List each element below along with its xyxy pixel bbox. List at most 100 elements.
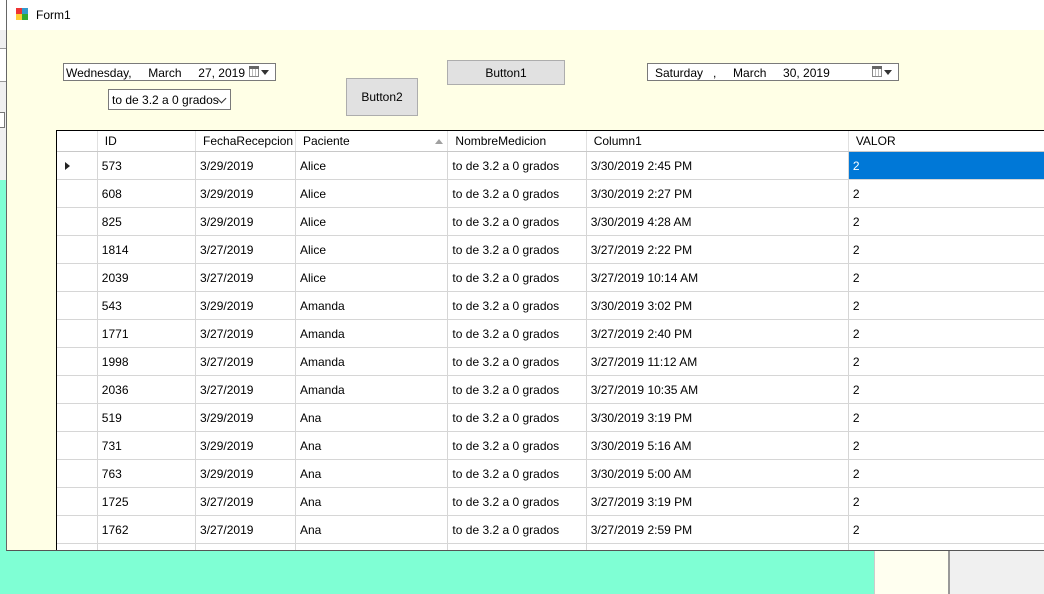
cell-id[interactable]: 543 <box>97 291 197 320</box>
cell-valor[interactable]: 2 <box>848 235 1044 264</box>
cell-column1[interactable]: 3/30/2019 3:19 PM <box>586 403 849 432</box>
date-picker-start-dropdown[interactable] <box>249 66 271 78</box>
row-header[interactable] <box>57 543 98 550</box>
cell-valor[interactable]: 2 <box>848 459 1044 488</box>
cell-valor[interactable]: 2 <box>848 179 1044 208</box>
data-grid[interactable]: ID FechaRecepcion Paciente NombreMedicio… <box>56 130 1044 550</box>
medicion-combobox[interactable]: to de 3.2 a 0 grados <box>108 89 231 110</box>
cell-paciente[interactable]: Alice <box>295 151 449 180</box>
cell-id[interactable]: 1762 <box>97 515 197 544</box>
cell-valor[interactable]: 2 <box>848 291 1044 320</box>
cell-nombremedicion[interactable]: to de 3.2 a 0 grados <box>447 347 587 376</box>
table-row[interactable]: 2039 3/27/2019 Alice to de 3.2 a 0 grados 3/… <box>57 263 1044 292</box>
cell-column1[interactable]: 3/27/2019 2:40 PM <box>586 319 849 348</box>
cell-valor[interactable]: 2 <box>848 347 1044 376</box>
empty-cell[interactable] <box>848 543 1044 550</box>
empty-cell[interactable] <box>295 543 449 550</box>
cell-fecharecepcion[interactable]: 3/29/2019 <box>195 179 296 208</box>
cell-fecharecepcion[interactable]: 3/29/2019 <box>195 207 296 236</box>
row-header[interactable] <box>57 375 98 404</box>
cell-fecharecepcion[interactable]: 3/27/2019 <box>195 319 296 348</box>
row-header[interactable] <box>57 431 98 460</box>
table-row[interactable]: 608 3/29/2019 Alice to de 3.2 a 0 grados 3/3… <box>57 179 1044 208</box>
date-picker-end[interactable]: Saturday , March 30, 2019 <box>647 63 899 81</box>
cell-paciente[interactable]: Amanda <box>295 291 449 320</box>
cell-column1[interactable]: 3/27/2019 2:59 PM <box>586 515 849 544</box>
cell-valor[interactable]: 2 <box>848 207 1044 236</box>
cell-nombremedicion[interactable]: to de 3.2 a 0 grados <box>447 207 587 236</box>
cell-fecharecepcion[interactable]: 3/27/2019 <box>195 515 296 544</box>
row-header[interactable] <box>57 263 98 292</box>
cell-column1[interactable]: 3/30/2019 4:28 AM <box>586 207 849 236</box>
table-row[interactable]: 1814 3/27/2019 Alice to de 3.2 a 0 grados 3/… <box>57 235 1044 264</box>
table-row[interactable]: 763 3/29/2019 Ana to de 3.2 a 0 grados 3/30/… <box>57 459 1044 488</box>
cell-valor[interactable]: 2 <box>848 487 1044 516</box>
cell-fecharecepcion[interactable]: 3/29/2019 <box>195 403 296 432</box>
cell-nombremedicion[interactable]: to de 3.2 a 0 grados <box>447 319 587 348</box>
table-row[interactable]: 573 3/29/2019 Alice to de 3.2 a 0 grados 3/3… <box>57 151 1044 180</box>
table-row-partial[interactable] <box>57 543 1044 550</box>
cell-nombremedicion[interactable]: to de 3.2 a 0 grados <box>447 263 587 292</box>
cell-column1[interactable]: 3/27/2019 3:19 PM <box>586 487 849 516</box>
table-row[interactable]: 825 3/29/2019 Alice to de 3.2 a 0 grados 3/3… <box>57 207 1044 236</box>
table-row[interactable]: 1725 3/27/2019 Ana to de 3.2 a 0 grados 3/27… <box>57 487 1044 516</box>
cell-valor[interactable]: 2 <box>848 403 1044 432</box>
cell-paciente[interactable]: Ana <box>295 459 449 488</box>
row-header-corner[interactable] <box>57 131 98 152</box>
cell-paciente[interactable]: Alice <box>295 235 449 264</box>
cell-id[interactable]: 573 <box>97 151 197 180</box>
table-row[interactable]: 519 3/29/2019 Ana to de 3.2 a 0 grados 3/30/… <box>57 403 1044 432</box>
cell-valor[interactable]: 2 <box>848 263 1044 292</box>
cell-nombremedicion[interactable]: to de 3.2 a 0 grados <box>447 151 587 180</box>
cell-nombremedicion[interactable]: to de 3.2 a 0 grados <box>447 375 587 404</box>
cell-fecharecepcion[interactable]: 3/29/2019 <box>195 431 296 460</box>
cell-paciente[interactable]: Ana <box>295 403 449 432</box>
empty-cell[interactable] <box>586 543 849 550</box>
cell-paciente[interactable]: Ana <box>295 487 449 516</box>
cell-valor[interactable]: 2 <box>848 319 1044 348</box>
column-header-valor[interactable]: VALOR <box>848 131 1044 152</box>
cell-column1[interactable]: 3/30/2019 3:02 PM <box>586 291 849 320</box>
cell-id[interactable]: 608 <box>97 179 197 208</box>
row-header[interactable] <box>57 151 98 180</box>
row-header[interactable] <box>57 291 98 320</box>
cell-id[interactable]: 731 <box>97 431 197 460</box>
cell-id[interactable]: 1771 <box>97 319 197 348</box>
table-row[interactable]: 1762 3/27/2019 Ana to de 3.2 a 0 grados 3/27… <box>57 515 1044 544</box>
cell-paciente[interactable]: Amanda <box>295 375 449 404</box>
cell-column1[interactable]: 3/27/2019 2:22 PM <box>586 235 849 264</box>
cell-nombremedicion[interactable]: to de 3.2 a 0 grados <box>447 235 587 264</box>
row-header[interactable] <box>57 459 98 488</box>
cell-paciente[interactable]: Amanda <box>295 347 449 376</box>
cell-paciente[interactable]: Amanda <box>295 319 449 348</box>
cell-valor[interactable]: 2 <box>848 515 1044 544</box>
column-header-paciente[interactable]: Paciente <box>295 131 449 152</box>
row-header[interactable] <box>57 347 98 376</box>
cell-id[interactable]: 763 <box>97 459 197 488</box>
cell-valor[interactable]: 2 <box>848 151 1044 180</box>
cell-id[interactable]: 1998 <box>97 347 197 376</box>
row-header[interactable] <box>57 403 98 432</box>
row-header[interactable] <box>57 179 98 208</box>
cell-paciente[interactable]: Alice <box>295 179 449 208</box>
cell-nombremedicion[interactable]: to de 3.2 a 0 grados <box>447 431 587 460</box>
cell-id[interactable]: 519 <box>97 403 197 432</box>
table-row[interactable]: 543 3/29/2019 Amanda to de 3.2 a 0 grados 3/… <box>57 291 1044 320</box>
table-row[interactable]: 1998 3/27/2019 Amanda to de 3.2 a 0 grados 3… <box>57 347 1044 376</box>
cell-nombremedicion[interactable]: to de 3.2 a 0 grados <box>447 459 587 488</box>
date-picker-start[interactable]: Wednesday, March 27, 2019 <box>63 63 276 81</box>
cell-fecharecepcion[interactable]: 3/27/2019 <box>195 235 296 264</box>
cell-paciente[interactable]: Alice <box>295 207 449 236</box>
cell-id[interactable]: 2039 <box>97 263 197 292</box>
row-header[interactable] <box>57 319 98 348</box>
cell-fecharecepcion[interactable]: 3/29/2019 <box>195 151 296 180</box>
column-header-nombremedicion[interactable]: NombreMedicion <box>447 131 587 152</box>
cell-column1[interactable]: 3/30/2019 5:00 AM <box>586 459 849 488</box>
table-row[interactable]: 731 3/29/2019 Ana to de 3.2 a 0 grados 3/30/… <box>57 431 1044 460</box>
button2[interactable]: Button2 <box>346 78 418 116</box>
cell-fecharecepcion[interactable]: 3/27/2019 <box>195 375 296 404</box>
cell-fecharecepcion[interactable]: 3/27/2019 <box>195 487 296 516</box>
cell-nombremedicion[interactable]: to de 3.2 a 0 grados <box>447 179 587 208</box>
cell-id[interactable]: 1725 <box>97 487 197 516</box>
cell-id[interactable]: 1814 <box>97 235 197 264</box>
